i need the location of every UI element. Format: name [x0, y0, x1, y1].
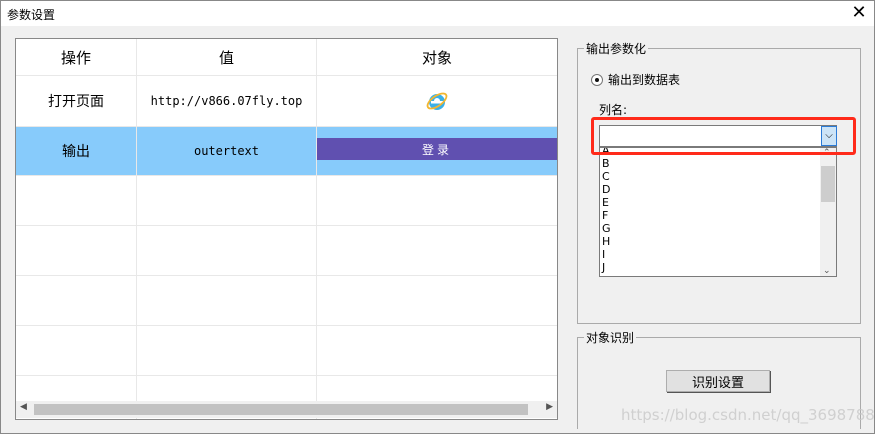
- column-name-label: 列名:: [599, 103, 628, 117]
- empty-row: [16, 176, 557, 226]
- group-title: 输出参数化: [586, 42, 647, 56]
- list-item[interactable]: H: [602, 235, 611, 248]
- value-cell[interactable]: http://v866.07fly.top: [137, 76, 317, 126]
- title-bar: [1, 1, 874, 26]
- list-item[interactable]: B: [602, 157, 611, 170]
- steps-grid: 操作 值 对象 打开页面 http://v866.07fly.top 输出 ou…: [15, 38, 558, 420]
- list-item[interactable]: I: [602, 248, 611, 261]
- scroll-down-icon[interactable]: ⌄: [823, 266, 831, 276]
- radio-selected-icon: [591, 73, 603, 86]
- empty-row: [16, 226, 557, 276]
- table-row-selected[interactable]: 输出 outertext 登录: [16, 127, 557, 176]
- scroll-right-icon[interactable]: ▶: [546, 402, 553, 412]
- object-cell[interactable]: [317, 76, 557, 126]
- empty-row: [16, 326, 557, 376]
- header-object[interactable]: 对象: [317, 39, 557, 75]
- identify-settings-button[interactable]: 识别设置: [666, 370, 770, 392]
- object-cell[interactable]: 登录: [317, 127, 557, 175]
- value-cell[interactable]: outertext: [137, 127, 317, 175]
- scroll-left-icon[interactable]: ◀: [20, 402, 27, 412]
- login-object-preview: 登录: [317, 138, 557, 160]
- list-item[interactable]: C: [602, 170, 611, 183]
- header-action[interactable]: 操作: [16, 39, 137, 75]
- close-button[interactable]: ✕: [849, 2, 869, 24]
- group-title: 对象识别: [586, 331, 635, 345]
- scrollbar-thumb[interactable]: [34, 404, 528, 415]
- ie-icon: [426, 92, 448, 110]
- column-dropdown-list[interactable]: A B C D E F G H I J ⌃ ⌄: [599, 147, 837, 277]
- header-row: 操作 值 对象: [16, 39, 557, 76]
- output-to-table-radio[interactable]: 输出到数据表: [591, 71, 680, 88]
- list-item[interactable]: J: [602, 261, 611, 274]
- radio-label: 输出到数据表: [608, 73, 681, 87]
- list-item[interactable]: E: [602, 196, 611, 209]
- action-cell[interactable]: 输出: [16, 127, 137, 175]
- horizontal-scrollbar[interactable]: ◀ ▶: [16, 401, 557, 418]
- action-cell[interactable]: 打开页面: [16, 76, 137, 126]
- header-value[interactable]: 值: [137, 39, 317, 75]
- list-item[interactable]: D: [602, 183, 611, 196]
- list-item[interactable]: G: [602, 222, 611, 235]
- watermark: https://blog.csdn.net/qq_36987881: [621, 406, 875, 424]
- window-title: 参数设置: [7, 8, 56, 22]
- highlight-annotation: [591, 117, 856, 155]
- list-item[interactable]: F: [602, 209, 611, 222]
- table-row[interactable]: 打开页面 http://v866.07fly.top: [16, 76, 557, 127]
- scrollbar-thumb[interactable]: [821, 166, 835, 202]
- empty-row: [16, 276, 557, 326]
- vertical-scrollbar[interactable]: ⌃ ⌄: [820, 148, 836, 276]
